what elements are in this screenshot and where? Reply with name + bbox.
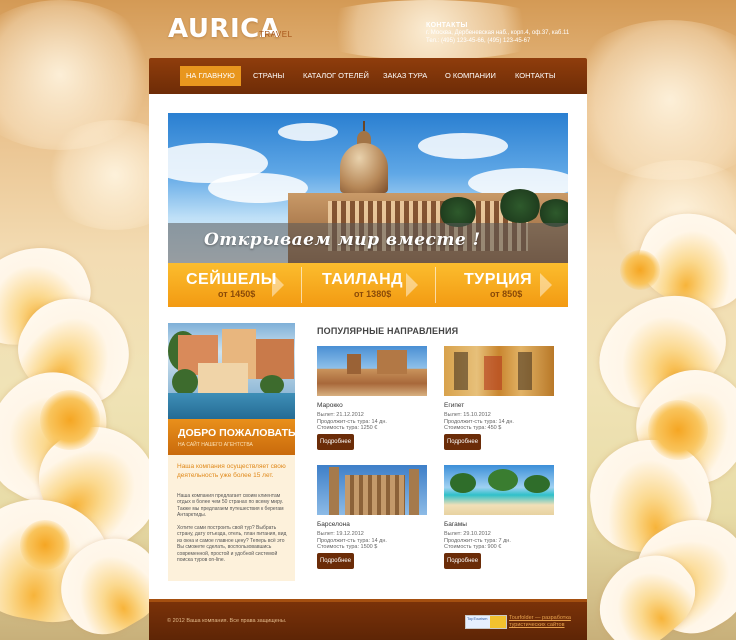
nav-item-contacts[interactable]: КОНТАКТЫ xyxy=(509,66,561,86)
destination-card-barcelona: Барселона Вылет: 19.12.2012 Продолжит-ст… xyxy=(317,465,427,585)
nav-item-countries[interactable]: СТРАНЫ xyxy=(247,66,290,86)
details-button[interactable]: Подробнее xyxy=(317,553,354,569)
logo-subtitle: TRAVEL xyxy=(259,30,293,39)
destination-name[interactable]: Марокко xyxy=(317,402,343,409)
destination-price: Стоимость тура: 900 € xyxy=(444,544,502,550)
destination-price: Стоимость тура: 450 $ xyxy=(444,425,502,431)
promo-thailand[interactable]: ТАИЛАНД от 1380$ xyxy=(302,263,435,307)
welcome-lead: Наша компания осуществляет свою деятельн… xyxy=(177,463,286,479)
destination-price: Стоимость тура: 1500 $ xyxy=(317,544,378,550)
popular-destinations-title: ПОПУЛЯРНЫЕ НАПРАВЛЕНИЯ xyxy=(317,326,459,336)
promo-price: от 1450$ xyxy=(218,289,256,299)
promo-price: от 1380$ xyxy=(354,289,392,299)
welcome-paragraph-2: Хотите сами построить свой тур? Выбрать … xyxy=(177,525,287,564)
contacts-phone: Тел.: (495) 123-45-66, (495) 123-45-67 xyxy=(426,38,531,44)
nav-item-home[interactable]: НА ГЛАВНУЮ xyxy=(180,66,241,86)
nav-item-hotels[interactable]: КАТАЛОГ ОТЕЛЕЙ xyxy=(297,66,375,86)
developer-link[interactable]: Tourfolder — разработка туристических са… xyxy=(509,615,587,629)
nav-item-about[interactable]: О КОМПАНИИ xyxy=(439,66,502,86)
details-button[interactable]: Подробнее xyxy=(444,434,481,450)
arrow-right-icon xyxy=(540,273,552,297)
site-header: AURICA TRAVEL КОНТАКТЫ г. Москва, Дербен… xyxy=(0,0,736,58)
site-footer: © 2012 Ваша компания. Все права защищены… xyxy=(149,599,587,640)
details-button[interactable]: Подробнее xyxy=(317,434,354,450)
destination-name[interactable]: Египет xyxy=(444,402,464,409)
morocco-image[interactable] xyxy=(317,346,427,396)
arrow-right-icon xyxy=(406,273,418,297)
contacts-title: КОНТАКТЫ xyxy=(426,22,468,29)
promo-name: ТУРЦИЯ xyxy=(464,271,533,288)
nav-item-order-tour[interactable]: ЗАКАЗ ТУРА xyxy=(377,66,433,86)
welcome-subtitle: НА САЙТ НАШЕГО АГЕНТСТВА xyxy=(178,442,253,448)
details-button[interactable]: Подробнее xyxy=(444,553,481,569)
welcome-title: ДОБРО ПОЖАЛОВАТЬ! xyxy=(178,427,300,439)
arrow-right-icon xyxy=(272,273,284,297)
destination-card-bahamas: Багамы Вылет: 29.10.2012 Продолжит-сть т… xyxy=(444,465,554,585)
main-content: Открываем мир вместе ! СЕЙШЕЛЫ от 1450$ … xyxy=(149,94,587,599)
coastal-town-image xyxy=(168,323,295,419)
destination-name[interactable]: Барселона xyxy=(317,521,350,528)
copyright-text: © 2012 Ваша компания. Все права защищены… xyxy=(167,618,287,624)
welcome-sidebar: ДОБРО ПОЖАЛОВАТЬ! НА САЙТ НАШЕГО АГЕНТСТ… xyxy=(168,323,299,581)
promo-name: СЕЙШЕЛЫ xyxy=(186,271,277,288)
hero-slogan: Открываем мир вместе ! xyxy=(204,230,481,250)
egypt-image[interactable] xyxy=(444,346,554,396)
promo-price: от 850$ xyxy=(490,289,523,299)
welcome-paragraph-1: Наша компания предлагает своим клиентам … xyxy=(177,493,284,519)
destination-card-egypt: Египет Вылет: 15.10.2012 Продолжит-сть т… xyxy=(444,346,554,466)
promo-strip: СЕЙШЕЛЫ от 1450$ ТАИЛАНД от 1380$ ТУРЦИЯ… xyxy=(168,263,568,307)
badge-label: TopTourism xyxy=(466,616,490,628)
header-contacts: КОНТАКТЫ г. Москва, Дербеневская наб., к… xyxy=(426,22,569,45)
badge-counter xyxy=(490,616,506,628)
destination-price: Стоимость тура: 1250 € xyxy=(317,425,378,431)
destination-name[interactable]: Багамы xyxy=(444,521,467,528)
main-nav: НА ГЛАВНУЮ СТРАНЫ КАТАЛОГ ОТЕЛЕЙ ЗАКАЗ Т… xyxy=(149,58,587,94)
bahamas-image[interactable] xyxy=(444,465,554,515)
promo-seychelles[interactable]: СЕЙШЕЛЫ от 1450$ xyxy=(168,263,301,307)
barcelona-image[interactable] xyxy=(317,465,427,515)
counter-badge[interactable]: TopTourism xyxy=(465,615,507,629)
promo-turkey[interactable]: ТУРЦИЯ от 850$ xyxy=(436,263,568,307)
promo-name: ТАИЛАНД xyxy=(322,271,404,288)
site-logo[interactable]: AURICA xyxy=(168,14,280,44)
hero-banner: Открываем мир вместе ! xyxy=(168,113,568,263)
destination-card-morocco: Марокко Вылет: 21.12.2012 Продолжит-сть … xyxy=(317,346,427,466)
contacts-address: г. Москва, Дербеневская наб., корп.4, оф… xyxy=(426,30,570,36)
